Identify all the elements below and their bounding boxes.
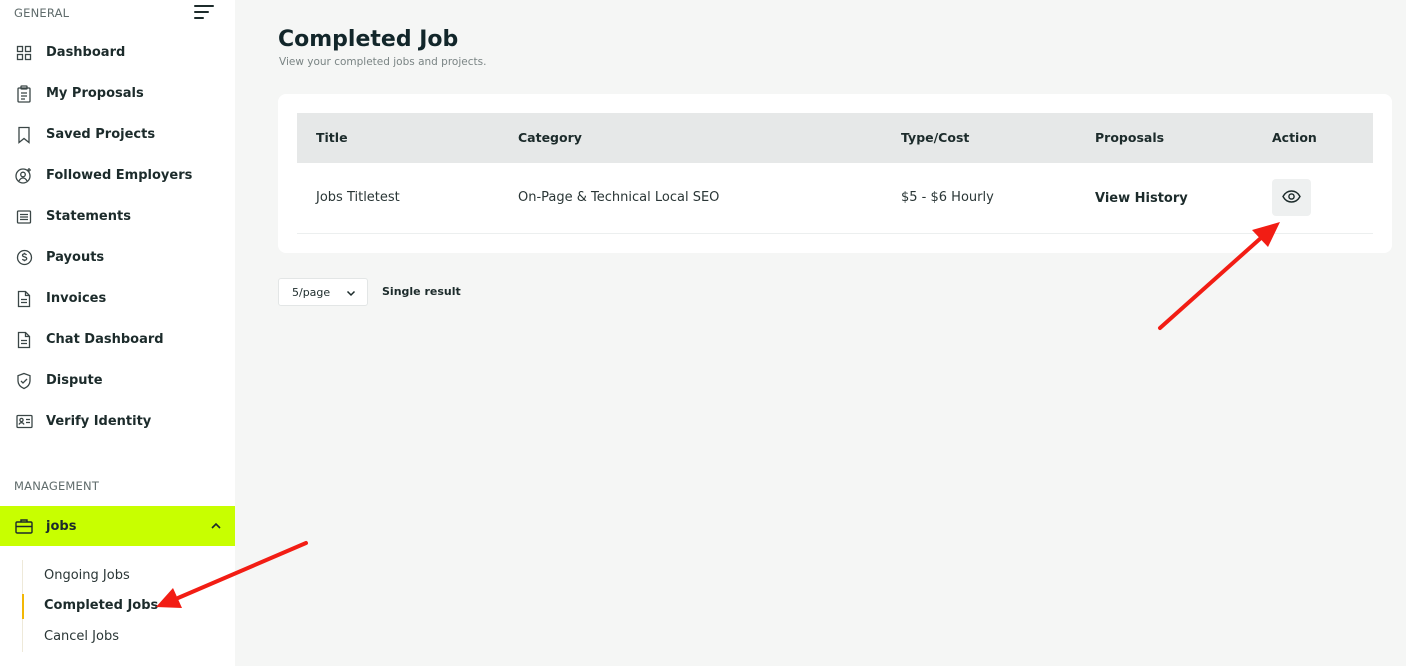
- document-icon: [15, 290, 33, 308]
- briefcase-icon: [15, 517, 33, 535]
- view-history-link[interactable]: View History: [1095, 163, 1188, 234]
- cell-type-cost: $5 - $6 Hourly: [901, 190, 994, 205]
- column-header-proposals: Proposals: [1095, 130, 1165, 145]
- page-size-select[interactable]: 5/page: [278, 278, 368, 306]
- dollar-circle-icon: [15, 249, 33, 267]
- chevron-down-icon: [346, 290, 356, 297]
- sidebar-item-label: Invoices: [46, 291, 107, 306]
- column-header-type-cost: Type/Cost: [901, 130, 970, 145]
- sidebar-item-saved-projects[interactable]: Saved Projects: [0, 114, 235, 155]
- sidebar-item-chat-dashboard[interactable]: Chat Dashboard: [0, 319, 235, 360]
- submenu-item-ongoing-jobs[interactable]: Ongoing Jobs: [23, 560, 222, 591]
- sidebar-item-label: My Proposals: [46, 86, 144, 101]
- sidebar-item-followed-employers[interactable]: Followed Employers: [0, 155, 235, 196]
- chevron-up-icon: [209, 518, 223, 532]
- page-size-value: 5/page: [292, 285, 331, 299]
- submenu-item-completed-jobs[interactable]: Completed Jobs: [22, 591, 222, 622]
- user-follow-icon: [15, 167, 33, 185]
- sidebar: GENERAL Dashboard My Proposals Saved Pro…: [0, 0, 235, 666]
- cell-category: On-Page & Technical Local SEO: [518, 190, 720, 205]
- column-header-category: Category: [518, 130, 582, 145]
- sidebar-item-label: Statements: [46, 209, 131, 224]
- sidebar-item-label: Followed Employers: [46, 168, 193, 183]
- management-section-label: MANAGEMENT: [14, 479, 100, 493]
- id-card-icon: [15, 413, 33, 431]
- collapse-menu-icon[interactable]: [194, 4, 214, 22]
- sidebar-nav: Dashboard My Proposals Saved Projects Fo…: [0, 32, 235, 442]
- sidebar-item-my-proposals[interactable]: My Proposals: [0, 73, 235, 114]
- bookmark-icon: [15, 126, 33, 144]
- sidebar-item-dashboard[interactable]: Dashboard: [0, 32, 235, 73]
- sidebar-item-jobs[interactable]: jobs: [0, 506, 235, 546]
- cell-title: Jobs Titletest: [316, 190, 400, 205]
- sidebar-item-label: Dispute: [46, 373, 103, 388]
- column-header-title: Title: [316, 130, 348, 145]
- table-row: Jobs Titletest On-Page & Technical Local…: [297, 163, 1373, 234]
- sidebar-item-label: Verify Identity: [46, 414, 152, 429]
- table-header: Title Category Type/Cost Proposals Actio…: [297, 113, 1373, 163]
- sidebar-item-payouts[interactable]: Payouts: [0, 237, 235, 278]
- sidebar-item-label: jobs: [46, 518, 77, 534]
- sidebar-item-invoices[interactable]: Invoices: [0, 278, 235, 319]
- document-icon: [15, 331, 33, 349]
- sidebar-item-statements[interactable]: Statements: [0, 196, 235, 237]
- sidebar-item-label: Payouts: [46, 250, 105, 265]
- shield-check-icon: [15, 372, 33, 390]
- sidebar-item-dispute[interactable]: Dispute: [0, 360, 235, 401]
- eye-icon: [1282, 188, 1301, 207]
- page-subtitle: View your completed jobs and projects.: [279, 56, 487, 68]
- column-header-action: Action: [1272, 130, 1317, 145]
- sidebar-item-label: Chat Dashboard: [46, 332, 164, 347]
- general-section-label: GENERAL: [14, 6, 70, 20]
- clipboard-icon: [15, 84, 33, 103]
- sidebar-item-verify-identity[interactable]: Verify Identity: [0, 401, 235, 442]
- grid-icon: [15, 44, 33, 62]
- view-job-button[interactable]: [1272, 179, 1311, 216]
- sidebar-item-label: Saved Projects: [46, 127, 156, 142]
- result-count: Single result: [382, 285, 461, 298]
- submenu-item-cancel-jobs[interactable]: Cancel Jobs: [23, 621, 222, 652]
- jobs-table-card: Title Category Type/Cost Proposals Actio…: [278, 94, 1392, 253]
- list-icon: [15, 208, 33, 226]
- page-title: Completed Job: [278, 27, 459, 52]
- jobs-submenu: Ongoing Jobs Completed Jobs Cancel Jobs: [22, 560, 222, 652]
- sidebar-item-label: Dashboard: [46, 45, 126, 60]
